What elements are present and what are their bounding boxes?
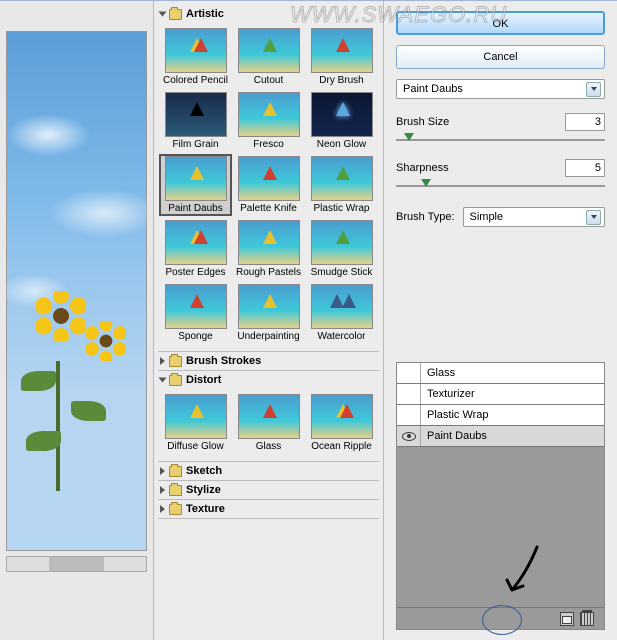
layers-footer xyxy=(397,607,604,629)
brush-size-label: Brush Size xyxy=(396,116,449,128)
layer-name: Glass xyxy=(421,367,455,379)
layer-name: Plastic Wrap xyxy=(421,409,489,421)
chevron-down-icon xyxy=(586,210,601,225)
preview-scrollbar[interactable] xyxy=(6,556,147,572)
brush-size-slider[interactable] xyxy=(396,133,605,147)
category-label: Sketch xyxy=(186,465,222,477)
filter-dropdown-value: Paint Daubs xyxy=(403,83,586,95)
category-sketch[interactable]: Sketch xyxy=(158,462,379,480)
preview-pane xyxy=(0,1,154,640)
preview-image[interactable] xyxy=(6,31,147,551)
controls-pane: OK Cancel Paint Daubs Brush Size Sharpne… xyxy=(384,1,617,640)
thumb-colored-pencil[interactable]: Colored Pencil xyxy=(160,27,231,87)
filter-gallery-window: Artistic Colored Pencil Cutout Dry Brush… xyxy=(0,0,617,640)
chevron-down-icon xyxy=(586,82,601,97)
expand-icon xyxy=(160,505,165,513)
new-effect-layer-button[interactable] xyxy=(560,612,574,626)
folder-icon xyxy=(169,9,182,20)
visibility-toggle[interactable] xyxy=(397,363,421,383)
thumb-glass[interactable]: Glass xyxy=(233,393,304,453)
folder-icon xyxy=(169,504,182,515)
thumb-plastic-wrap[interactable]: Plastic Wrap xyxy=(306,155,377,215)
cancel-button[interactable]: Cancel xyxy=(396,45,605,69)
visibility-toggle[interactable] xyxy=(397,426,421,446)
filter-dropdown[interactable]: Paint Daubs xyxy=(396,79,605,99)
thumb-cutout[interactable]: Cutout xyxy=(233,27,304,87)
sharpness-label: Sharpness xyxy=(396,162,449,174)
folder-icon xyxy=(169,466,182,477)
layer-name: Paint Daubs xyxy=(421,430,487,442)
category-brush-strokes[interactable]: Brush Strokes xyxy=(158,352,379,370)
brush-type-value: Simple xyxy=(470,211,587,223)
eye-icon xyxy=(402,432,416,441)
layer-row[interactable]: Paint Daubs xyxy=(397,426,604,447)
thumb-film-grain[interactable]: Film Grain xyxy=(160,91,231,151)
ok-button[interactable]: OK xyxy=(396,11,605,35)
thumb-sponge[interactable]: Sponge xyxy=(160,283,231,343)
category-label: Texture xyxy=(186,503,225,515)
thumb-smudge-stick[interactable]: Smudge Stick xyxy=(306,219,377,279)
thumb-dry-brush[interactable]: Dry Brush xyxy=(306,27,377,87)
thumb-rough-pastels[interactable]: Rough Pastels xyxy=(233,219,304,279)
brush-type-dropdown[interactable]: Simple xyxy=(463,207,606,227)
category-stylize[interactable]: Stylize xyxy=(158,481,379,499)
thumb-diffuse-glow[interactable]: Diffuse Glow xyxy=(160,393,231,453)
thumb-neon-glow[interactable]: Neon Glow xyxy=(306,91,377,151)
distort-thumbs: Diffuse Glow Glass Ocean Ripple xyxy=(158,389,379,461)
layer-row[interactable]: Glass xyxy=(397,363,604,384)
folder-icon xyxy=(169,356,182,367)
effect-layers-panel: Glass Texturizer Plastic Wrap Paint Daub… xyxy=(396,362,605,630)
sharpness-slider[interactable] xyxy=(396,179,605,193)
folder-icon xyxy=(169,485,182,496)
category-label: Distort xyxy=(186,374,221,386)
visibility-toggle[interactable] xyxy=(397,384,421,404)
thumb-poster-edges[interactable]: Poster Edges xyxy=(160,219,231,279)
category-distort[interactable]: Distort xyxy=(158,371,379,389)
expand-icon xyxy=(159,12,167,17)
category-texture[interactable]: Texture xyxy=(158,500,379,518)
expand-icon xyxy=(160,467,165,475)
delete-effect-layer-button[interactable] xyxy=(580,612,594,626)
brush-size-input[interactable] xyxy=(565,113,605,131)
expand-icon xyxy=(160,357,165,365)
artistic-thumbs: Colored Pencil Cutout Dry Brush Film Gra… xyxy=(158,23,379,351)
sharpness-input[interactable] xyxy=(565,159,605,177)
thumb-watercolor[interactable]: Watercolor xyxy=(306,283,377,343)
thumb-paint-daubs[interactable]: Paint Daubs xyxy=(160,155,231,215)
visibility-toggle[interactable] xyxy=(397,405,421,425)
layer-row[interactable]: Plastic Wrap xyxy=(397,405,604,426)
effect-layers-list: Glass Texturizer Plastic Wrap Paint Daub… xyxy=(397,363,604,607)
layer-name: Texturizer xyxy=(421,388,475,400)
category-artistic[interactable]: Artistic xyxy=(158,5,379,23)
expand-icon xyxy=(160,486,165,494)
thumb-ocean-ripple[interactable]: Ocean Ripple xyxy=(306,393,377,453)
filter-gallery: Artistic Colored Pencil Cutout Dry Brush… xyxy=(154,1,384,640)
category-label: Brush Strokes xyxy=(186,355,261,367)
thumb-palette-knife[interactable]: Palette Knife xyxy=(233,155,304,215)
thumb-fresco[interactable]: Fresco xyxy=(233,91,304,151)
thumb-underpainting[interactable]: Underpainting xyxy=(233,283,304,343)
expand-icon xyxy=(159,378,167,383)
category-label: Artistic xyxy=(186,8,224,20)
category-label: Stylize xyxy=(186,484,221,496)
layer-row[interactable]: Texturizer xyxy=(397,384,604,405)
brush-type-label: Brush Type: xyxy=(396,211,455,223)
folder-icon xyxy=(169,375,182,386)
